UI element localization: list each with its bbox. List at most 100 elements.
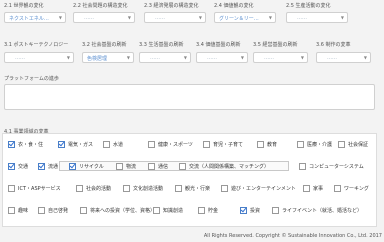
checkbox-interaction-matching[interactable]: 交流（人間関係構築、マッチング） bbox=[179, 163, 269, 170]
checkbox-life-event[interactable]: ライフイベント（就活、婚活など） bbox=[272, 207, 362, 214]
checkbox-ict-asp[interactable]: ICT・ASPサービス bbox=[8, 185, 61, 192]
select-production-value: …… bbox=[297, 15, 307, 21]
select-production-reform-value: …… bbox=[327, 55, 337, 61]
select-production[interactable]: …… ▼ bbox=[286, 12, 348, 23]
checkbox-tourism[interactable]: 観光・行楽 bbox=[175, 185, 210, 192]
checkbox-box[interactable] bbox=[8, 185, 15, 192]
checkbox-health-sports[interactable]: 健康・スポーツ bbox=[148, 141, 193, 148]
checkbox-clothing-food-housing[interactable]: 衣・食・住 bbox=[8, 141, 43, 148]
checkbox-box[interactable] bbox=[58, 141, 65, 148]
label-values-change: 2.4 価値観の変化 bbox=[214, 3, 254, 9]
checkbox-logistics[interactable]: 物流 bbox=[116, 163, 136, 170]
label-platform-progress: プラットフォームの進歩 bbox=[4, 76, 59, 82]
label-living-infrastructure: 3.3 生活基盤の刷新 bbox=[139, 42, 184, 48]
chevron-down-icon: ▼ bbox=[340, 15, 344, 20]
checkbox-box[interactable] bbox=[179, 163, 186, 170]
checkbox-social-security[interactable]: 社会保証 bbox=[338, 141, 368, 148]
checkbox-medical-care[interactable]: 医療・介護 bbox=[297, 141, 332, 148]
chevron-down-icon: ▼ bbox=[58, 15, 62, 20]
checkbox-savings[interactable]: 貯金 bbox=[198, 207, 218, 214]
checkbox-box[interactable] bbox=[38, 163, 45, 170]
checkbox-box[interactable] bbox=[123, 185, 130, 192]
select-social-infrastructure[interactable]: 色検居理 ▼ bbox=[82, 52, 134, 63]
checkbox-education[interactable]: 教育 bbox=[257, 141, 277, 148]
business-domain-panel: 衣・食・住 電気・ガス 水道 健康・スポーツ 育児・子育て 教育 医療・介護 社… bbox=[2, 133, 377, 227]
checkbox-social-activity[interactable]: 社会的活動 bbox=[76, 185, 111, 192]
checkbox-box[interactable] bbox=[103, 141, 110, 148]
checkbox-box[interactable] bbox=[148, 141, 155, 148]
chevron-down-icon: ▼ bbox=[240, 55, 244, 60]
select-values[interactable]: グリーン＆リー… ▼ bbox=[214, 12, 276, 23]
checkbox-box[interactable] bbox=[69, 163, 76, 170]
select-management-infrastructure[interactable]: …… ▼ bbox=[253, 52, 308, 63]
chevron-down-icon: ▼ bbox=[363, 55, 367, 60]
label-economic-change: 2.3 経済発展の構造変化 bbox=[144, 3, 199, 9]
checkbox-knowledge-creation[interactable]: 知識創造 bbox=[153, 207, 183, 214]
checkbox-box[interactable] bbox=[76, 185, 83, 192]
label-value-infrastructure: 3.4 価値基盤の刷新 bbox=[196, 42, 241, 48]
checkbox-childcare[interactable]: 育児・子育て bbox=[203, 141, 243, 148]
checkbox-distribution[interactable]: 流通 bbox=[38, 163, 58, 170]
checkbox-box[interactable] bbox=[334, 185, 341, 192]
platform-progress-textarea[interactable] bbox=[4, 84, 375, 110]
select-production-reform[interactable]: …… ▼ bbox=[316, 52, 371, 63]
checkbox-box[interactable] bbox=[203, 141, 210, 148]
checkbox-communication[interactable]: 通信 bbox=[148, 163, 168, 170]
checkbox-box[interactable] bbox=[153, 207, 160, 214]
select-living-infrastructure[interactable]: …… ▼ bbox=[139, 52, 191, 63]
chevron-down-icon: ▼ bbox=[268, 15, 272, 20]
checkbox-box[interactable] bbox=[257, 141, 264, 148]
checkbox-future-investment[interactable]: 将来への投資（学位、資格） bbox=[80, 207, 155, 214]
select-worldview[interactable]: ネクストエネル… ▼ bbox=[4, 12, 66, 23]
checkbox-box[interactable] bbox=[297, 141, 304, 148]
select-economic[interactable]: …… ▼ bbox=[144, 12, 206, 23]
checkbox-box[interactable] bbox=[299, 163, 306, 170]
checkbox-box[interactable] bbox=[221, 185, 228, 192]
checkbox-box[interactable] bbox=[198, 207, 205, 214]
checkbox-transport[interactable]: 交通 bbox=[8, 163, 28, 170]
chevron-down-icon: ▼ bbox=[66, 55, 70, 60]
checkbox-electricity-gas[interactable]: 電気・ガス bbox=[58, 141, 93, 148]
select-living-infrastructure-value: …… bbox=[150, 55, 160, 61]
checkbox-box[interactable] bbox=[175, 185, 182, 192]
checkbox-housework[interactable]: 家事 bbox=[303, 185, 323, 192]
chevron-down-icon: ▼ bbox=[127, 15, 131, 20]
checkbox-recycle[interactable]: リサイクル bbox=[69, 163, 104, 170]
checkbox-box[interactable] bbox=[38, 207, 45, 214]
select-management-infrastructure-value: …… bbox=[264, 55, 274, 61]
checkbox-hobby[interactable]: 趣味 bbox=[8, 207, 28, 214]
select-worldview-value: ネクストエネル… bbox=[9, 16, 49, 22]
checkbox-box[interactable] bbox=[80, 207, 87, 214]
select-social-issue[interactable]: …… ▼ bbox=[73, 12, 135, 23]
label-production-change: 2.5 生産活動の変化 bbox=[286, 3, 331, 9]
label-social-infrastructure: 3.2 社会基盤の刷新 bbox=[82, 42, 127, 48]
copyright-footer: All Rights Reserved. Copyright © Sustain… bbox=[203, 233, 382, 239]
select-value-infrastructure-value: …… bbox=[207, 55, 217, 61]
select-value-infrastructure[interactable]: …… ▼ bbox=[196, 52, 248, 63]
select-social-issue-value: …… bbox=[84, 15, 94, 21]
checkbox-entertainment[interactable]: 遊び・エンターテインメント bbox=[221, 185, 296, 192]
checkbox-investment[interactable]: 投資 bbox=[240, 207, 260, 214]
checkbox-box[interactable] bbox=[8, 141, 15, 148]
checkbox-self-development[interactable]: 自己啓発 bbox=[38, 207, 68, 214]
label-management-infrastructure: 3.5 経営基盤の刷新 bbox=[253, 42, 298, 48]
checkbox-culture-creation[interactable]: 文化創造活動 bbox=[123, 185, 163, 192]
select-post-key-technology[interactable]: …… ▼ bbox=[4, 52, 74, 63]
checkbox-box[interactable] bbox=[272, 207, 279, 214]
checkbox-working[interactable]: ワーキング bbox=[334, 185, 369, 192]
checkbox-box[interactable] bbox=[8, 163, 15, 170]
checkbox-computer-system[interactable]: コンピューターシステム bbox=[299, 163, 364, 170]
select-social-infrastructure-value: 色検居理 bbox=[87, 56, 108, 62]
checkbox-water[interactable]: 水道 bbox=[103, 141, 123, 148]
chevron-down-icon: ▼ bbox=[198, 15, 202, 20]
chevron-down-icon: ▼ bbox=[183, 55, 187, 60]
checkbox-box[interactable] bbox=[303, 185, 310, 192]
checkbox-box[interactable] bbox=[148, 163, 155, 170]
checkbox-box[interactable] bbox=[338, 141, 345, 148]
checkbox-box[interactable] bbox=[116, 163, 123, 170]
label-worldview-change: 2.1 世界観の変化 bbox=[4, 3, 44, 9]
checkbox-box[interactable] bbox=[8, 207, 15, 214]
select-values-value: グリーン＆リー… bbox=[219, 16, 259, 22]
label-social-issue-change: 2.2 社会問題の構造変化 bbox=[73, 3, 128, 9]
checkbox-box[interactable] bbox=[240, 207, 247, 214]
